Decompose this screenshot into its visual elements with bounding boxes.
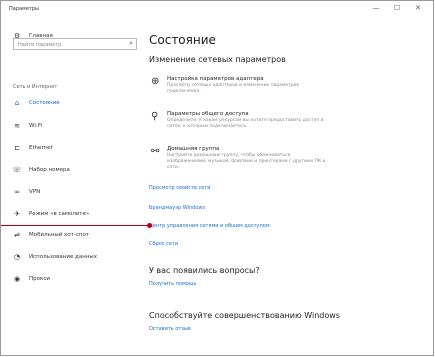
search-placeholder: Найти параметр — [18, 41, 62, 48]
sidebar-item-vpn[interactable]: ∞ VPN — [11, 186, 40, 198]
dialup-icon: ☏ — [12, 166, 22, 174]
option-title: Настройка параметров адаптера — [167, 76, 264, 82]
sharing-settings-option[interactable]: ⚲ Параметры общего доступа Определите, к… — [149, 111, 349, 135]
sidebar-item-airplane[interactable]: ✈ Режим «в самолете» — [11, 208, 89, 220]
sidebar-item-data-usage[interactable]: ◔ Использование данных — [11, 251, 97, 263]
adapter-icon: ⊕ — [151, 76, 160, 87]
sidebar-item-label: Использование данных — [29, 254, 98, 260]
option-description: Настройте домашнюю группу, чтобы обменив… — [167, 153, 326, 170]
minimize-button[interactable]: — — [369, 4, 383, 12]
network-sharing-center-link[interactable]: Центр управления сетями и общим доступом — [149, 223, 270, 229]
section-heading: Изменение сетевых параметров — [149, 55, 286, 64]
airplane-icon: ✈ — [14, 210, 20, 218]
homegroup-icon: ⚯ — [151, 146, 160, 157]
sidebar-item-ethernet[interactable]: ⊏ Ethernet — [11, 142, 53, 154]
wifi-icon: ≋ — [14, 122, 20, 130]
adapter-settings-option[interactable]: ⊕ Настройка параметров адаптера Просмотр… — [149, 76, 349, 100]
window-title: Параметры — [9, 6, 39, 12]
sidebar-item-label: Состояние — [29, 100, 60, 106]
data-usage-icon: ◔ — [13, 253, 21, 261]
close-button[interactable]: ✕ — [411, 4, 425, 12]
sidebar-item-proxy[interactable]: ◉ Прокси — [11, 273, 50, 285]
ethernet-icon: ⊏ — [14, 144, 20, 152]
search-icon: ⌕ — [129, 39, 133, 47]
homegroup-option[interactable]: ⚯ Домашняя группа Настройте домашнюю гру… — [149, 146, 349, 170]
network-reset-link[interactable]: Сброс сети — [149, 241, 178, 247]
search-input[interactable]: Найти параметр ⌕ — [13, 38, 137, 50]
maximize-button[interactable]: ☐ — [390, 4, 404, 12]
sidebar-item-label: Wi-Fi — [29, 123, 43, 129]
sidebar-item-status[interactable]: ⌂ Состояние — [11, 97, 60, 109]
sidebar-item-label: Прокси — [29, 276, 50, 282]
callout-dot — [147, 223, 152, 228]
callout-line — [1, 225, 149, 226]
proxy-icon: ◉ — [13, 275, 21, 283]
page-title: Состояние — [149, 33, 216, 47]
windows-firewall-link[interactable]: Брандмауэр Windows — [149, 205, 205, 211]
sharing-icon: ⚲ — [151, 111, 159, 122]
sidebar-item-label: Мобильный хот-спот — [29, 232, 90, 238]
questions-heading: У вас появились вопросы? — [149, 266, 260, 275]
sidebar-section-label: Сеть и Интернет — [13, 84, 58, 90]
vpn-icon: ∞ — [14, 188, 20, 196]
improve-windows-heading: Способствуйте совершенствованию Windows — [149, 311, 340, 320]
sidebar-item-wifi[interactable]: ≋ Wi-Fi — [11, 120, 42, 132]
globe-icon: ⌂ — [14, 99, 20, 107]
option-title: Параметры общего доступа — [167, 111, 249, 117]
sidebar-item-hotspot[interactable]: ⇌ Мобильный хот-спот — [11, 229, 89, 241]
settings-window: Параметры — ☐ ✕ ⚙ Главная Найти параметр… — [0, 0, 434, 356]
sidebar-item-label: VPN — [29, 189, 41, 195]
view-network-properties-link[interactable]: Просмотр свойств сети — [149, 185, 210, 191]
get-help-link[interactable]: Получить помощь — [149, 281, 196, 287]
sidebar-item-dialup[interactable]: ☏ Набор номера — [11, 164, 70, 176]
sidebar-item-label: Режим «в самолете» — [29, 211, 90, 217]
option-title: Домашняя группа — [167, 146, 220, 152]
option-description: Просмотр сетевых адаптеров и изменение п… — [167, 83, 300, 94]
give-feedback-link[interactable]: Оставить отзыв — [149, 326, 191, 332]
sidebar-item-label: Ethernet — [29, 145, 53, 151]
hotspot-icon: ⇌ — [14, 231, 20, 239]
sidebar-item-label: Набор номера — [29, 167, 70, 173]
option-description: Определите, к каким ресурсам вы хотите п… — [167, 118, 324, 129]
title-bar: Параметры — ☐ ✕ — [1, 1, 433, 19]
